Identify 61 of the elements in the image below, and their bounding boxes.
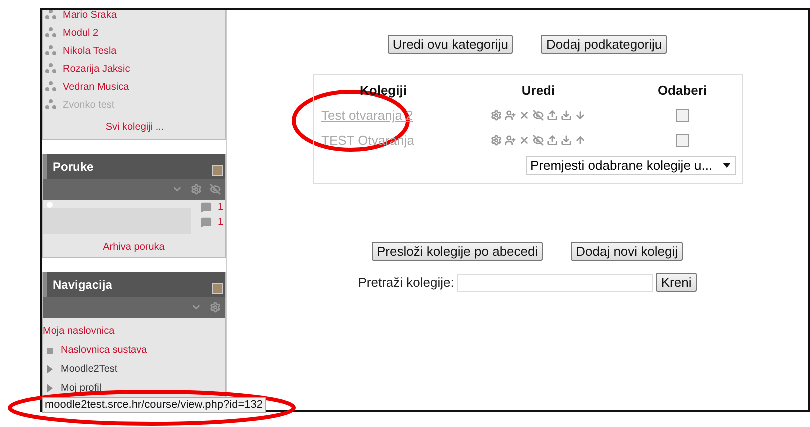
course-icon	[45, 81, 57, 93]
nav-link[interactable]: Moja naslovnica	[43, 326, 115, 337]
course-icon	[45, 63, 57, 75]
course-icon	[45, 99, 57, 111]
course-link[interactable]: Rozarija Jaksic	[63, 64, 130, 74]
course-button[interactable]: Dodaj novi kolegij	[571, 242, 684, 261]
dropdown-caret-icon[interactable]	[722, 163, 730, 168]
download-icon[interactable]	[561, 135, 572, 146]
category-button[interactable]: Uredi ovu kategoriju	[388, 35, 514, 54]
hide-icon[interactable]	[533, 110, 544, 121]
nav-link[interactable]: Moj profil	[61, 383, 102, 394]
status-bar-url: moodle2test.srce.hr/course/view.php?id=132	[42, 397, 266, 413]
search-label: Pretraži kolegije:	[358, 275, 454, 290]
arrow-down-icon[interactable]	[575, 110, 586, 121]
nav-link[interactable]: Moodle2Test	[61, 364, 118, 375]
upload-icon[interactable]	[547, 110, 558, 121]
expand-triangle-icon[interactable]	[47, 384, 53, 393]
block-title: Navigacija	[53, 278, 112, 292]
course-link[interactable]: Vedran Musica	[63, 82, 130, 92]
download-icon[interactable]	[561, 110, 572, 121]
course-icon	[45, 45, 57, 57]
select-checkbox[interactable]	[676, 109, 689, 122]
move-dropdown[interactable]: Premjesti odabrane kolegije u...	[526, 156, 736, 175]
message-archive-link[interactable]: Arhiva poruka	[103, 242, 165, 253]
upload-icon[interactable]	[547, 135, 558, 146]
course-link[interactable]: Mario Sraka	[63, 10, 117, 20]
dot-icon	[47, 202, 53, 208]
arrow-up-icon[interactable]	[575, 135, 586, 146]
settings-icon[interactable]	[210, 302, 221, 313]
collapse-icon[interactable]	[212, 165, 223, 176]
search-field[interactable]	[457, 274, 654, 292]
expand-triangle-icon[interactable]	[47, 365, 53, 374]
nav-link[interactable]: Naslovnica sustava	[61, 345, 148, 356]
column-header: Uredi	[522, 83, 556, 98]
add-user-icon[interactable]	[505, 110, 516, 121]
search-button[interactable]: Kreni	[656, 273, 697, 292]
select-checkbox[interactable]	[676, 134, 689, 147]
settings-icon[interactable]	[191, 184, 202, 195]
add-user-icon[interactable]	[505, 135, 516, 146]
hide-icon[interactable]	[210, 184, 221, 195]
settings-icon[interactable]	[491, 110, 502, 121]
course-button[interactable]: Presloži kolegije po abecedi	[372, 242, 544, 261]
course-link[interactable]: Nikola Tesla	[63, 46, 117, 56]
all-courses-link[interactable]: Svi kolegiji ...	[106, 122, 164, 133]
bullet-icon	[47, 348, 53, 354]
column-header: Odaberi	[658, 83, 708, 98]
hide-icon[interactable]	[533, 135, 544, 146]
block-title: Poruke	[53, 160, 94, 174]
collapse-icon[interactable]	[212, 283, 223, 294]
delete-icon[interactable]	[519, 110, 530, 121]
speech-bubble-icon	[201, 202, 212, 213]
column-header: Kolegiji	[360, 83, 407, 98]
message-count[interactable]: 1	[218, 202, 224, 213]
course-icon	[45, 27, 57, 39]
speech-bubble-icon	[201, 217, 212, 228]
delete-icon[interactable]	[519, 135, 530, 146]
course-link[interactable]: Modul 2	[63, 28, 99, 38]
course-icon	[45, 10, 57, 21]
category-button[interactable]: Dodaj podkategoriju	[541, 35, 668, 54]
settings-icon[interactable]	[491, 135, 502, 146]
message-count[interactable]: 1	[218, 217, 224, 228]
